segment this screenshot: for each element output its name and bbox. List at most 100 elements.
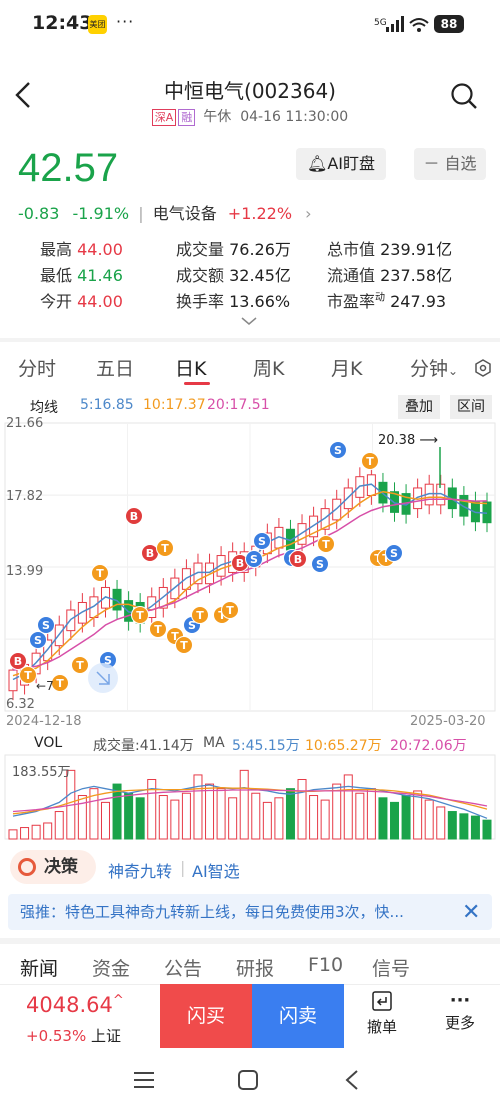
close-icon[interactable]: ✕ xyxy=(462,900,480,925)
volume-bar xyxy=(170,799,180,840)
volume-bar xyxy=(424,799,434,840)
stock-title: 中恒电气(002364) xyxy=(164,79,336,103)
signal-badge-label: T xyxy=(136,609,144,622)
tab-minute[interactable]: 分钟⌄ xyxy=(410,354,458,381)
tab-signals[interactable]: 信号 xyxy=(372,954,410,981)
signal-badge-label: T xyxy=(180,639,188,652)
volume-bar xyxy=(228,797,238,840)
meituan-app-icon: 美团 xyxy=(88,15,107,34)
stat-label: 最高 xyxy=(40,240,73,259)
ai-select-link[interactable]: AI智选 xyxy=(192,858,240,882)
ma10-value: 10:17.37 xyxy=(143,397,206,413)
volume-bar xyxy=(482,819,492,840)
range-button[interactable]: 区间 xyxy=(450,395,492,419)
signal-badge-label: S xyxy=(334,444,342,457)
margin-tag: 融 xyxy=(178,109,196,126)
nav-back-icon[interactable] xyxy=(343,1069,361,1091)
section-divider-2 xyxy=(0,938,500,944)
volume-bar xyxy=(355,792,365,840)
signal-badge-label: S xyxy=(316,558,324,571)
volume-bar xyxy=(262,801,272,840)
chart-tabs: 分时 五日 日K 周K 月K 分钟⌄ xyxy=(0,350,500,390)
volume-bar xyxy=(158,795,168,840)
signal-badge-label: T xyxy=(366,455,374,468)
stat-label: 最低 xyxy=(40,266,73,285)
kline-chart-area[interactable]: BSSTTTTBBTTTTTSTTTBSSSBSTSTTTSS xyxy=(0,393,500,843)
tab-intraday[interactable]: 分时 xyxy=(18,354,56,381)
sector-link[interactable]: 电气设备 xyxy=(153,204,217,223)
stat-item: 今开 44.00 xyxy=(40,288,123,312)
battery-icon: 88 xyxy=(434,15,464,33)
vol-ma10: 10:65.27万 xyxy=(305,738,382,754)
sector-change: +1.22% xyxy=(227,204,293,223)
vol-value: 成交量:41.14万 xyxy=(93,738,194,754)
quote-datetime: 04-16 11:30:00 xyxy=(240,109,349,125)
tab-news[interactable]: 新闻 xyxy=(20,954,58,981)
volume-bar xyxy=(320,799,330,840)
signal-badge-label: T xyxy=(96,567,104,580)
signal-badge-label: T xyxy=(154,623,162,636)
signal-badge-label: B xyxy=(236,557,244,570)
volume-bar xyxy=(274,797,284,840)
overlay-button[interactable]: 叠加 xyxy=(398,395,440,419)
index-value[interactable]: 4048.64^ xyxy=(26,993,124,1017)
stat-item: 市盈率动 247.93 xyxy=(327,292,447,311)
tab-f10[interactable]: F10 xyxy=(308,954,343,976)
tab-five-day[interactable]: 五日 xyxy=(96,354,134,381)
stock-subtitle: 深A 融午休 04-16 11:30:00 xyxy=(0,106,500,126)
more-notifications-icon: ··· xyxy=(116,12,135,31)
volume-bar xyxy=(77,795,87,840)
minus-icon: － xyxy=(423,154,445,173)
home-icon[interactable] xyxy=(237,1069,259,1091)
signal-badge-label: T xyxy=(161,542,169,555)
search-icon[interactable] xyxy=(450,82,478,110)
vol-ma-label: MA xyxy=(203,735,225,751)
tab-funds[interactable]: 资金 xyxy=(92,954,130,981)
svg-text:5G: 5G xyxy=(374,18,387,28)
stat-value: 76.26万 xyxy=(224,240,291,259)
tab-announcements[interactable]: 公告 xyxy=(164,954,202,981)
volume-bar xyxy=(100,801,110,840)
volume-bar xyxy=(216,788,226,840)
status-bar: 12:43 美团 ··· 5G 88 xyxy=(0,0,500,48)
volume-bar xyxy=(309,795,319,840)
kline-chart[interactable]: BSSTTTTBBTTTTTSTTTBSSSBSTSTTTSS xyxy=(0,393,500,843)
stat-value: 239.91亿 xyxy=(375,240,453,259)
volume-bar xyxy=(390,801,400,840)
nine-turns-link[interactable]: 神奇九转 xyxy=(108,858,172,882)
ma20-value: 20:17.51 xyxy=(207,397,270,413)
stat-label: 流通值 xyxy=(327,266,376,285)
volume-bar xyxy=(378,797,388,840)
quick-sell-button[interactable]: 闪卖 xyxy=(252,984,344,1048)
ai-watch-button[interactable]: 🔔︎AI盯盘 xyxy=(296,148,386,180)
market-tag: 深A xyxy=(151,109,177,126)
cancel-order-button[interactable]: 撤单 xyxy=(352,990,412,1037)
more-button[interactable]: ··· 更多 xyxy=(430,990,490,1033)
max-marker: 20.38 ⟶ xyxy=(378,433,438,448)
tab-daily-k[interactable]: 日K xyxy=(175,354,206,381)
volume-bar xyxy=(401,795,411,840)
volume-bar xyxy=(205,783,215,840)
target-icon xyxy=(18,858,36,876)
volume-bar xyxy=(135,797,145,840)
tab-weekly-k[interactable]: 周K xyxy=(253,354,284,381)
tab-research[interactable]: 研报 xyxy=(236,954,274,981)
volume-bar xyxy=(285,788,295,840)
volume-bar xyxy=(366,788,376,840)
volume-bar xyxy=(43,822,53,840)
quick-buy-button[interactable]: 闪买 xyxy=(160,984,252,1048)
stat-value: 237.58亿 xyxy=(375,266,453,285)
signal-badge-label: T xyxy=(24,669,32,682)
add-watchlist-button[interactable]: － 自选 xyxy=(414,148,486,180)
trading-session: 午休 xyxy=(203,109,232,125)
tab-monthly-k[interactable]: 月K xyxy=(331,354,362,381)
promo-notice[interactable]: 强推：特色工具神奇九转新上线，每日免费使用3次，快... xyxy=(8,894,492,930)
menu-icon[interactable] xyxy=(133,1070,155,1090)
stat-value: 13.66% xyxy=(224,292,291,311)
volume-bar xyxy=(124,792,134,840)
settings-hex-icon[interactable] xyxy=(473,358,493,378)
system-nav-bar xyxy=(0,1052,500,1111)
volume-bar xyxy=(436,806,446,840)
expand-chevron-icon[interactable] xyxy=(240,316,258,326)
signal-badge-label: T xyxy=(196,609,204,622)
